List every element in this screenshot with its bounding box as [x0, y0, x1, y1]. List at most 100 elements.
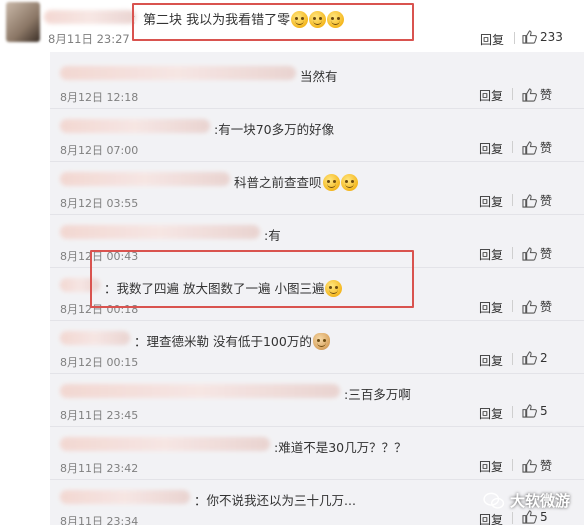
- reply-time: 8月12日 03:55: [60, 197, 139, 210]
- reply-time: 8月12日 12:18: [60, 91, 139, 104]
- like-label: 赞: [540, 300, 553, 314]
- reply-row: :有一块70多万的好像 8月12日 07:00 回复 赞: [50, 109, 584, 162]
- comment-time: 8月11日 23:27: [48, 32, 130, 46]
- reply-text: :有一块70多万的好像: [214, 119, 334, 138]
- wechat-logo-icon: [483, 492, 505, 509]
- divider: [512, 141, 513, 153]
- thumbs-up-icon: [522, 246, 537, 261]
- like-button[interactable]: 5: [522, 404, 548, 418]
- like-button[interactable]: 赞: [522, 139, 552, 156]
- reply-text: :三百多万啊: [344, 384, 411, 403]
- reply-text: ：理查德米勒 没有低于100万的: [134, 331, 330, 350]
- smiley-emoji-icon: [327, 11, 345, 28]
- like-count: 233: [540, 30, 563, 44]
- smiley-emoji-icon: [322, 174, 340, 191]
- reply-button[interactable]: 回复: [479, 140, 503, 157]
- divider: [512, 194, 513, 206]
- thumbs-up-icon: [522, 140, 537, 155]
- blurred-username: [60, 490, 190, 504]
- divider: [512, 459, 513, 471]
- reply-text: ：你不说我还以为三十几万...: [194, 490, 356, 509]
- like-button[interactable]: 赞: [522, 245, 552, 262]
- like-button[interactable]: 赞: [522, 298, 552, 315]
- top-comment: ：第二块 我以为我看错了零 8月11日 23:27 回复 233: [0, 0, 584, 50]
- like-label: 赞: [540, 141, 553, 155]
- divider: [514, 32, 515, 44]
- reply-button[interactable]: 回复: [479, 352, 503, 369]
- blurred-username: [60, 225, 260, 239]
- reply-row: 当然有 8月12日 12:18 回复 赞: [50, 56, 584, 109]
- blurred-username: [60, 119, 210, 133]
- reply-text-label: ：我数了四遍 放大图数了一遍 小图三遍: [104, 281, 325, 296]
- reply-button[interactable]: 回复: [479, 458, 503, 475]
- thumbs-up-icon: [522, 30, 537, 44]
- divider: [512, 300, 513, 312]
- thumbs-up-icon: [522, 193, 537, 208]
- thumbs-up-icon: [522, 351, 537, 365]
- blurred-username: [60, 384, 340, 398]
- reply-button[interactable]: 回复: [479, 405, 503, 422]
- reply-text: :有: [264, 225, 281, 244]
- like-label: 5: [540, 510, 548, 524]
- reply-button[interactable]: 回复: [479, 246, 503, 263]
- divider: [512, 247, 513, 259]
- like-button[interactable]: 赞: [522, 86, 552, 103]
- reply-text-label: :有一块70多万的好像: [214, 122, 335, 137]
- reply-time: 8月11日 23:42: [60, 462, 139, 475]
- watermark: 大软微游: [483, 490, 570, 511]
- like-label: 2: [540, 351, 548, 365]
- like-label: 赞: [540, 88, 553, 102]
- reply-button[interactable]: 回复: [480, 31, 504, 48]
- reply-text-label: :三百多万啊: [344, 387, 411, 402]
- reply-text: 当然有: [300, 66, 338, 85]
- blurred-username: [60, 278, 100, 292]
- reply-text-label: :有: [264, 228, 281, 243]
- reply-time: 8月12日 00:43: [60, 250, 139, 263]
- reply-row: 科普之前查查呗 8月12日 03:55 回复 赞: [50, 162, 584, 215]
- reply-button[interactable]: 回复: [479, 299, 503, 316]
- like-button[interactable]: 233: [522, 30, 563, 44]
- thumbs-up-icon: [522, 510, 537, 524]
- like-button[interactable]: 赞: [522, 457, 552, 474]
- blurred-username: [44, 10, 136, 24]
- reply-text-label: ：理查德米勒 没有低于100万的: [134, 334, 312, 349]
- reply-text-label: 科普之前查查呗: [234, 175, 322, 190]
- reply-button[interactable]: 回复: [479, 87, 503, 104]
- reply-text: ：我数了四遍 放大图数了一遍 小图三遍: [104, 278, 343, 297]
- reply-text-label: 当然有: [300, 69, 338, 84]
- divider: [512, 406, 513, 418]
- thumbs-up-icon: [522, 458, 537, 473]
- like-button[interactable]: 5: [522, 510, 548, 524]
- reply-row: :三百多万啊 8月11日 23:45 回复 5: [50, 374, 584, 427]
- thumbs-up-icon: [522, 299, 537, 314]
- reply-list: 当然有 8月12日 12:18 回复赞:有一块70多万的好像 8月12日 07:00 回…: [50, 52, 584, 525]
- divider: [512, 512, 513, 524]
- reply-time: 8月11日 23:34: [60, 515, 139, 525]
- like-label: 赞: [540, 459, 553, 473]
- divider: [512, 88, 513, 100]
- reply-time: 8月12日 07:00: [60, 144, 139, 157]
- reply-button[interactable]: 回复: [479, 511, 503, 525]
- reply-text: :难道不是30几万？？？: [274, 437, 407, 456]
- avatar[interactable]: [6, 2, 40, 42]
- like-button[interactable]: 2: [522, 351, 548, 365]
- reply-text-label: ：你不说我还以为三十几万...: [194, 493, 356, 508]
- smiley-emoji-icon: [325, 280, 343, 297]
- smiley-emoji-icon: [309, 11, 327, 28]
- reply-row: ：我数了四遍 放大图数了一遍 小图三遍 8月12日 00:18 回复 赞: [50, 268, 584, 321]
- like-label: 5: [540, 404, 548, 418]
- thumbs-up-icon: [522, 404, 537, 418]
- watermark-text: 大软微游: [509, 492, 570, 510]
- like-label: 赞: [540, 247, 553, 261]
- reply-text: 科普之前查查呗: [234, 172, 358, 191]
- reply-row: :有 8月12日 00:43 回复 赞: [50, 215, 584, 268]
- reply-time: 8月11日 23:45: [60, 409, 139, 422]
- reply-row: ：理查德米勒 没有低于100万的 8月12日 00:15 回复 2: [50, 321, 584, 374]
- like-button[interactable]: 赞: [522, 192, 552, 209]
- blurred-username: [60, 437, 270, 451]
- thumbs-up-icon: [522, 87, 537, 102]
- comment-text: ：第二块 我以为我看错了零: [130, 9, 345, 28]
- reply-button[interactable]: 回复: [479, 193, 503, 210]
- blurred-username: [60, 172, 230, 186]
- reply-text-label: :难道不是30几万？？？: [274, 440, 407, 455]
